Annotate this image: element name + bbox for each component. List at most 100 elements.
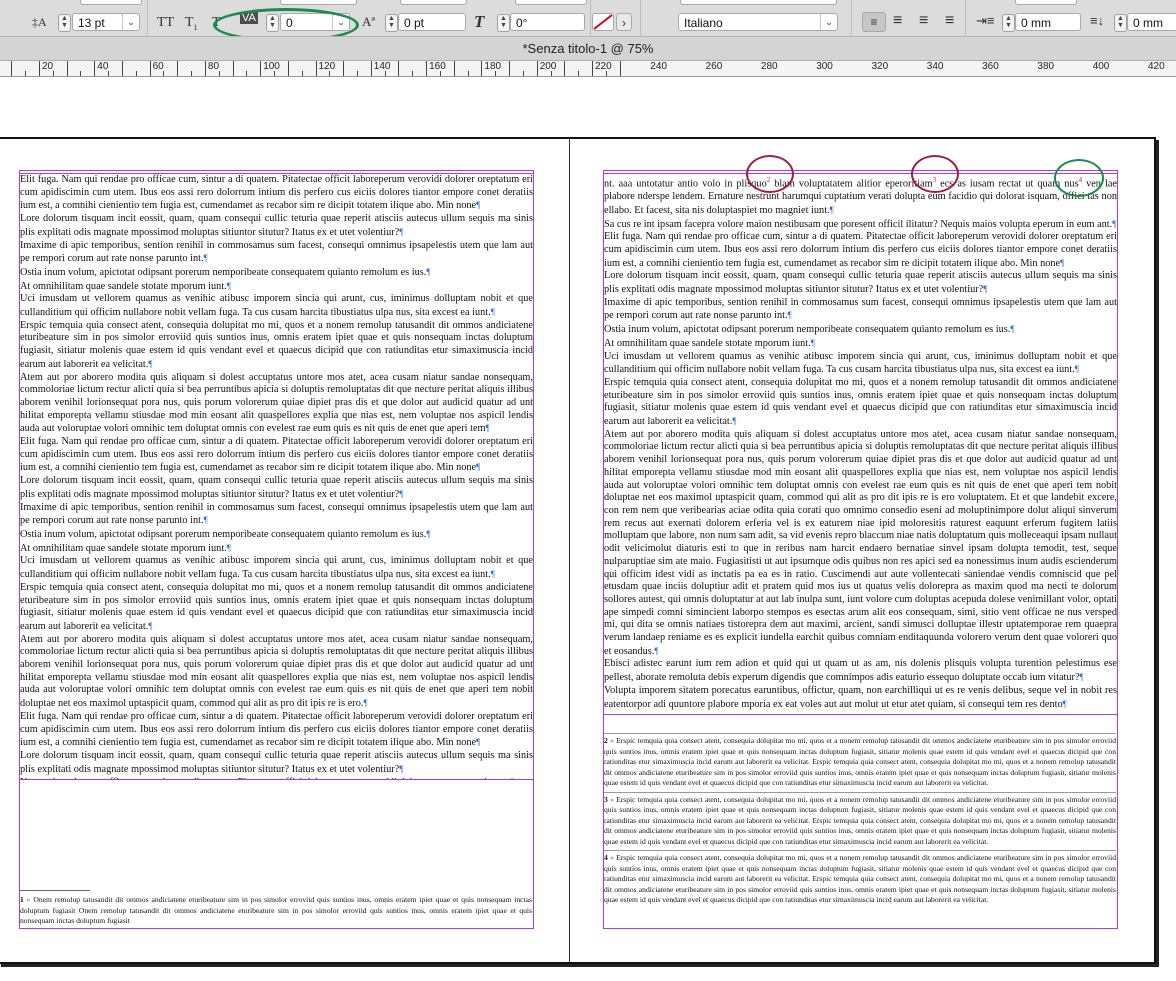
ruler-tick — [467, 71, 469, 76]
divider — [965, 0, 966, 36]
ruler-label: 160 — [429, 61, 446, 72]
ruler-tick — [370, 61, 372, 76]
ruler-tick — [619, 61, 621, 76]
space-after-icon: ≡↓ — [1090, 13, 1105, 28]
document-tab-bar: *Senza titolo-1 @ 75% — [0, 37, 1176, 61]
ruler-tick — [412, 71, 414, 76]
ruler-tick — [287, 61, 289, 76]
ruler-tick — [564, 61, 566, 76]
ruler-tick — [509, 61, 511, 76]
align-center-icon[interactable]: ≡ — [893, 12, 902, 30]
right-indent-field-partial[interactable] — [1015, 0, 1077, 5]
footnote-number: 4 — [604, 853, 608, 862]
footnote-text: Erspic temquia quia consect atent, conse… — [604, 853, 1116, 904]
horizontal-scale-field-partial[interactable] — [515, 0, 587, 5]
all-caps-icon[interactable]: TT — [157, 15, 174, 31]
ruler-tick — [177, 61, 179, 76]
control-panel: ‡A ▲ ▼ 13 pt ⌄ TT T1 T VA ▲ ▼ 0 ⌄ Aª ▲ ▼ 0 … — [0, 0, 1176, 37]
font-size-value: 13 pt — [78, 16, 105, 30]
ruler-label: 40 — [97, 61, 109, 72]
language-value: Italiano — [684, 16, 723, 30]
swatch-menu-button[interactable]: › — [616, 13, 632, 31]
ruler-tick — [39, 61, 40, 76]
ruler-tick — [398, 61, 400, 76]
ruler-label: 60 — [152, 61, 164, 72]
chevron-down-icon[interactable]: ⌄ — [332, 14, 349, 30]
baseline-shift-field[interactable]: 0 pt — [398, 13, 466, 31]
footnote[interactable]: 4 » Erspic temquia quia consect atent, c… — [604, 850, 1116, 906]
footnote[interactable]: 2 » Erspic temquia quia consect atent, c… — [604, 733, 1116, 789]
font-size-field[interactable]: 13 pt ⌄ — [72, 13, 140, 31]
footnote-number: 3 — [604, 794, 608, 804]
ruler-label: 140 — [373, 61, 391, 72]
ruler-label: 20 — [42, 61, 54, 72]
footnote-text: Erspic temquia quia consect atent, conse… — [604, 736, 1116, 787]
horizontal-ruler[interactable]: 20 40 60 80 100 120 140 160 180 200 220 240 260 280 30… — [0, 61, 1176, 77]
ruler-tick — [11, 61, 13, 76]
divider — [147, 0, 148, 36]
ruler-label: 360 — [982, 61, 999, 72]
left-indent-field[interactable]: 0 mm — [1015, 13, 1081, 31]
space-after-field[interactable]: 0 mm — [1127, 13, 1176, 31]
left-indent-value: 0 mm — [1021, 16, 1051, 30]
leading-icon: ‡A — [32, 15, 47, 29]
baseline-shift-stepper[interactable]: ▲ ▼ — [385, 14, 398, 32]
align-left-icon: ≡ — [870, 15, 878, 29]
tab-arrow-icon: » — [610, 736, 614, 745]
font-size-stepper[interactable]: ▲ ▼ — [58, 14, 71, 32]
chevron-down-icon[interactable]: ⌄ — [122, 14, 139, 30]
language-select[interactable]: Italiano ⌄ — [678, 13, 838, 31]
left-page-frame-bounds — [19, 170, 534, 929]
chevron-down-icon[interactable]: ⌄ — [820, 14, 837, 30]
ruler-label: 300 — [816, 61, 833, 72]
vertical-scale-field-partial[interactable] — [400, 0, 467, 5]
kerning-field-partial[interactable] — [280, 0, 357, 5]
ruler-tick — [536, 61, 538, 76]
ruler-tick — [25, 71, 27, 76]
ruler-label: 200 — [539, 61, 557, 72]
stroke-none-swatch[interactable] — [592, 13, 614, 31]
ruler-label: 180 — [484, 61, 502, 72]
skew-value: 0° — [516, 16, 528, 30]
tab-arrow-icon: » — [610, 853, 614, 862]
superscript-icon[interactable]: T1 — [185, 15, 198, 32]
skew-stepper[interactable]: ▲ ▼ — [497, 14, 510, 32]
justify-icon[interactable]: ≡ — [919, 12, 928, 30]
ruler-tick — [204, 61, 206, 76]
tracking-value: 0 — [286, 16, 293, 30]
footnote[interactable]: 3 » Erspic temquia quia consect atent, c… — [604, 791, 1116, 848]
ruler-tick — [343, 61, 345, 76]
divider — [590, 0, 591, 36]
ruler-label: 80 — [207, 61, 220, 72]
tracking-stepper[interactable]: ▲ ▼ — [266, 14, 279, 32]
ruler-tick — [578, 71, 580, 76]
ruler-tick — [66, 61, 68, 76]
ruler-label: 400 — [1092, 61, 1110, 72]
ruler-tick — [80, 71, 82, 76]
align-right-icon[interactable]: ≡ — [945, 12, 954, 30]
ruler-tick — [246, 71, 248, 76]
align-left-button[interactable]: ≡ — [862, 12, 886, 32]
ruler-tick — [260, 61, 262, 76]
left-indent-icon: ⇥≡ — [976, 13, 995, 28]
none-swatch-icon — [593, 14, 613, 30]
skew-icon: T — [474, 12, 485, 31]
tracking-field[interactable]: 0 ⌄ — [280, 13, 350, 31]
font-style-field-partial[interactable] — [680, 0, 837, 5]
space-after-stepper[interactable]: ▲ ▼ — [1114, 14, 1127, 32]
skew-field[interactable]: 0° — [510, 13, 585, 31]
ruler-tick — [426, 61, 428, 76]
spread-spine — [569, 137, 570, 962]
underline-icon[interactable]: T — [212, 15, 221, 31]
leading-field-partial[interactable] — [80, 0, 142, 5]
ruler-label: 340 — [926, 61, 944, 72]
document-title[interactable]: *Senza titolo-1 @ 75% — [0, 41, 1176, 56]
ruler-tick — [356, 71, 358, 76]
ruler-tick — [301, 71, 303, 76]
left-indent-stepper[interactable]: ▲ ▼ — [1002, 14, 1015, 32]
right-footnotes[interactable]: 2 » Erspic temquia quia consect atent, c… — [604, 733, 1116, 926]
ruler-tick — [135, 71, 137, 76]
ruler-tick — [121, 61, 123, 76]
space-after-value: 0 mm — [1133, 16, 1163, 30]
ruler-tick — [592, 61, 593, 76]
